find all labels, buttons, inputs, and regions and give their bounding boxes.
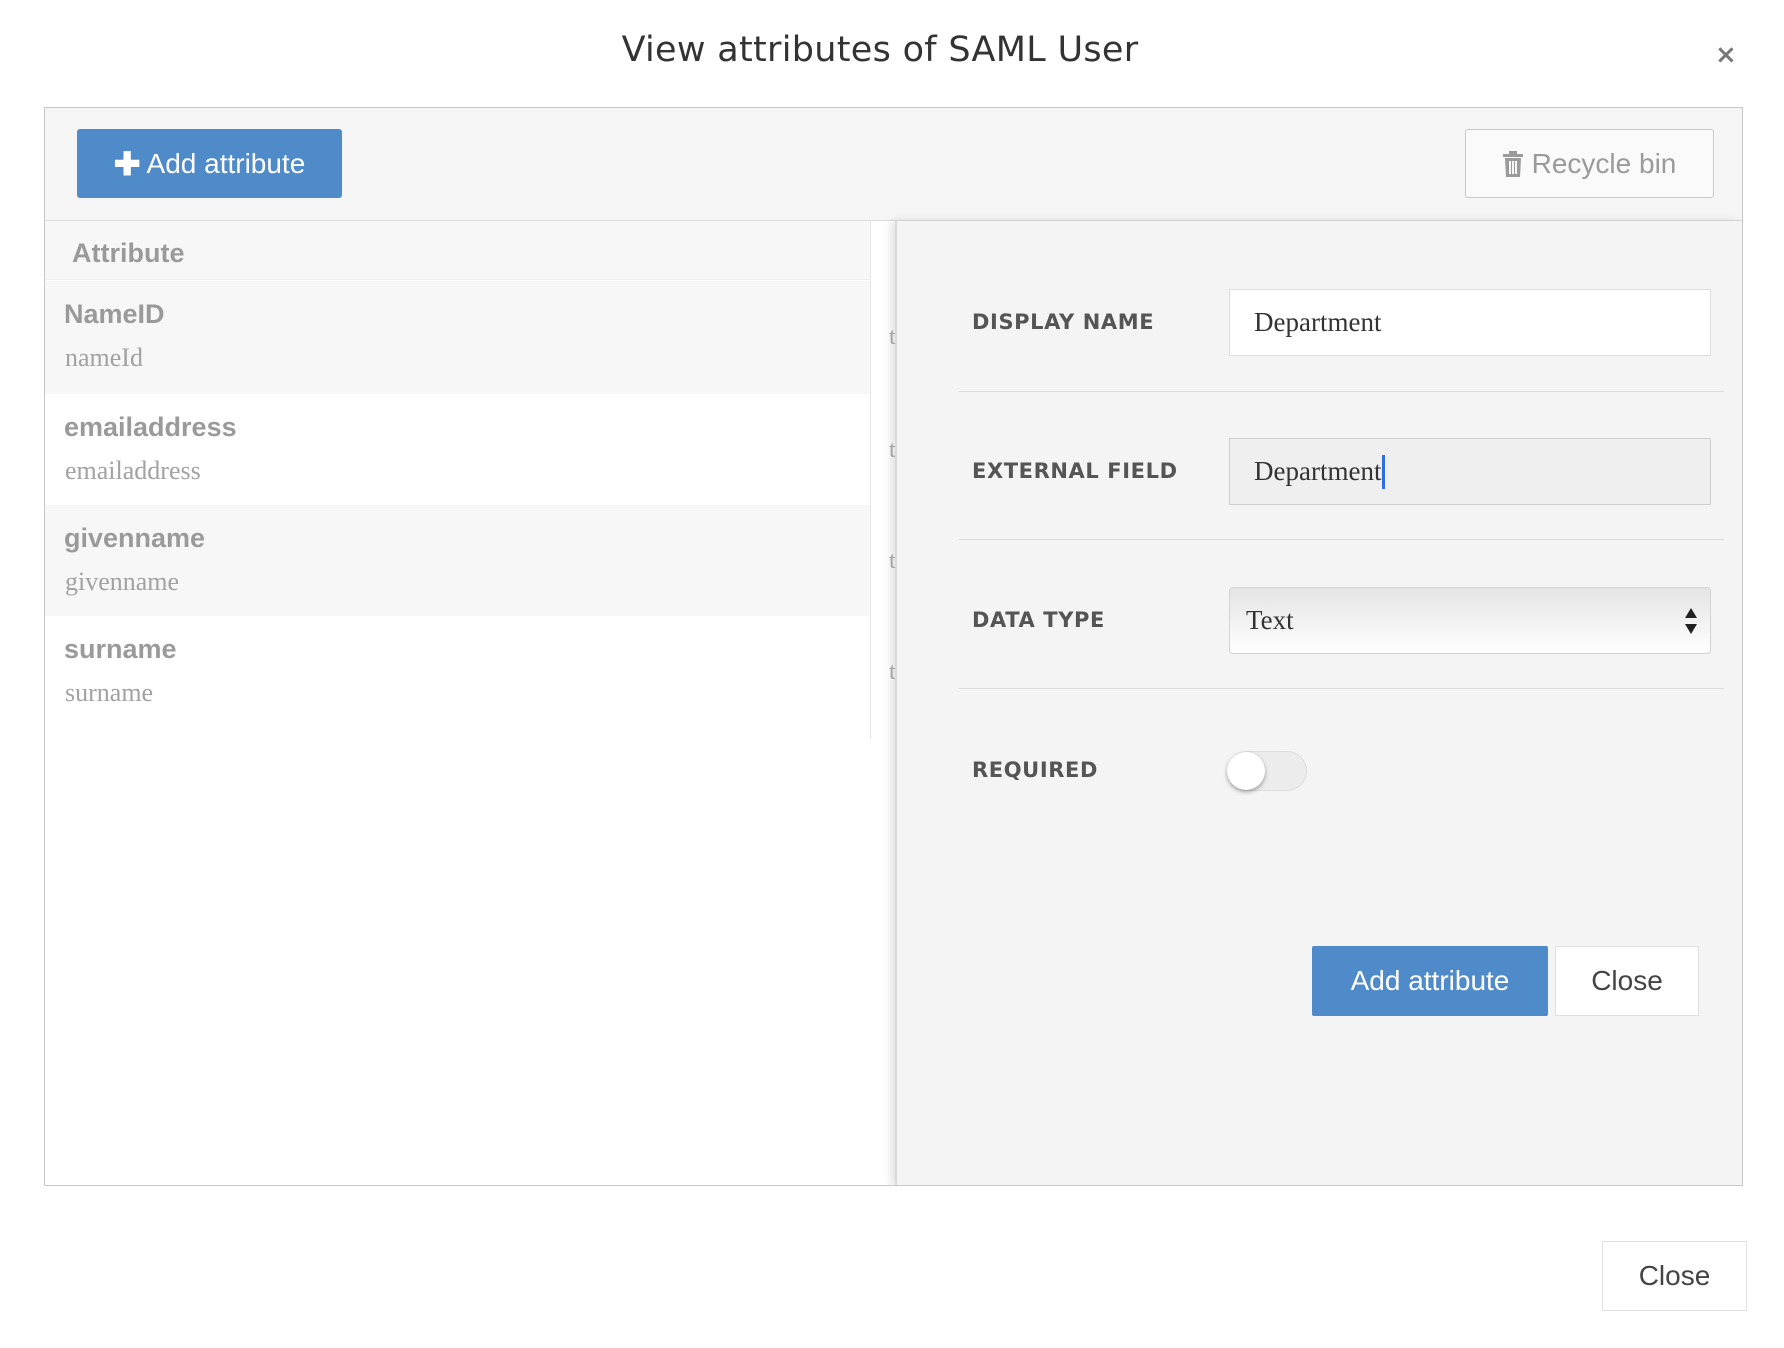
submit-add-attribute-button[interactable]: Add attribute (1312, 946, 1548, 1016)
attribute-name: emailaddress (64, 412, 237, 442)
attribute-detail-pane: DISPLAY NAME Department EXTERNAL FIELD D… (895, 221, 1742, 1185)
select-arrows-icon (1685, 608, 1697, 634)
modal-close-button[interactable]: Close (1602, 1241, 1747, 1311)
external-field-input[interactable]: Department (1229, 438, 1711, 505)
form-close-button[interactable]: Close (1555, 946, 1699, 1016)
attribute-name: surname (64, 634, 177, 664)
toggle-knob (1227, 752, 1265, 790)
trash-icon (1502, 150, 1523, 177)
display-name-value: Department (1254, 307, 1382, 337)
list-item[interactable]: NameID nameId t (45, 281, 896, 394)
modal-close-icon[interactable]: × (1715, 40, 1737, 70)
attribute-key: givenname (65, 567, 180, 596)
attribute-key: surname (65, 678, 154, 707)
data-type-label: DATA TYPE (972, 608, 1105, 632)
list-item[interactable]: givenname givenname t (45, 505, 896, 616)
modal-title: View attributes of SAML User (621, 30, 1139, 70)
recycle-bin-button[interactable]: Recycle bin (1465, 129, 1714, 198)
add-attribute-button-label: Add attribute (146, 147, 306, 179)
plus-icon: ✚ (113, 145, 141, 182)
required-toggle[interactable] (1227, 751, 1307, 791)
attribute-key: nameId (65, 343, 143, 372)
list-item[interactable]: surname surname t (45, 616, 896, 727)
recycle-bin-label: Recycle bin (1531, 147, 1677, 179)
required-label: REQUIRED (972, 758, 1098, 782)
attribute-name: NameID (64, 299, 165, 329)
divider (959, 391, 1724, 392)
display-name-label: DISPLAY NAME (972, 310, 1155, 334)
attribute-name: givenname (64, 523, 206, 553)
column-divider (870, 221, 871, 739)
attribute-key: emailaddress (65, 456, 201, 485)
display-name-input[interactable]: Department (1229, 289, 1711, 356)
attribute-list: Attribute NameID nameId t emailaddress e… (45, 221, 896, 1185)
attribute-column-header[interactable]: Attribute (45, 221, 870, 280)
list-item[interactable]: emailaddress emailaddress t (45, 394, 896, 505)
divider (959, 688, 1724, 689)
divider (959, 539, 1724, 540)
add-attribute-button[interactable]: ✚ Add attribute (77, 129, 342, 198)
external-field-value: Department (1254, 456, 1382, 486)
data-type-select[interactable]: Text (1229, 587, 1711, 654)
attributes-panel: ✚ Add attribute Recycle bin Attribute Na… (44, 107, 1743, 1186)
external-field-label: EXTERNAL FIELD (972, 459, 1178, 483)
toolbar: ✚ Add attribute Recycle bin (45, 108, 1742, 221)
data-type-value: Text (1246, 605, 1294, 635)
text-caret (1382, 454, 1386, 489)
